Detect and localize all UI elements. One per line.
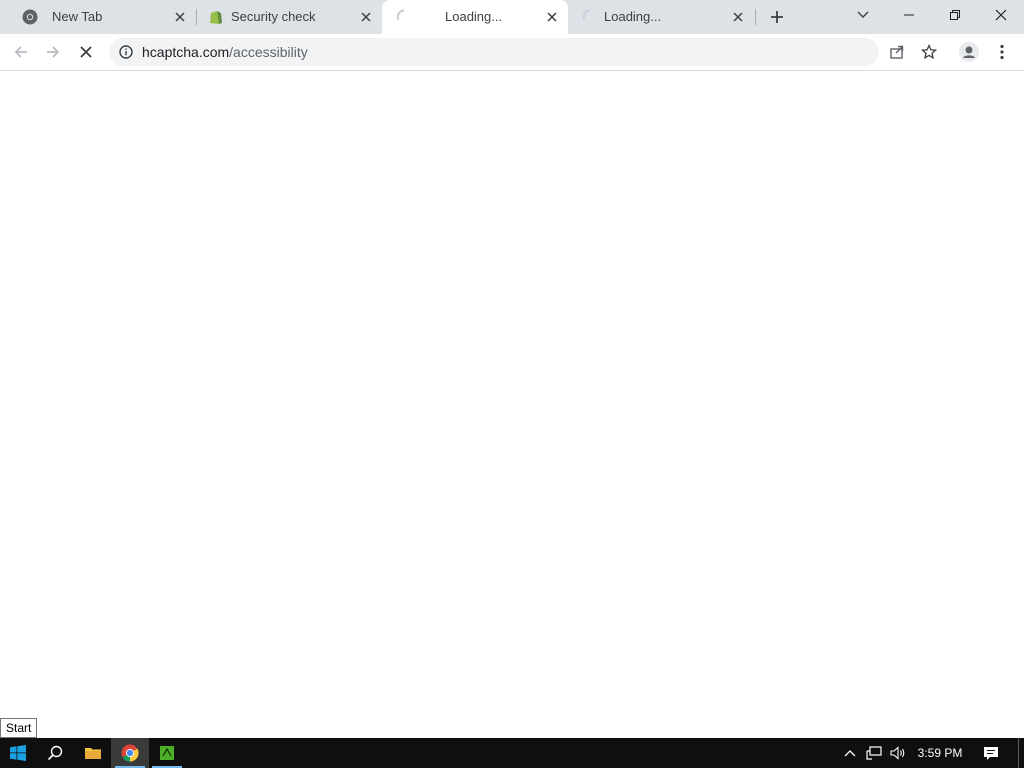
tab-security-check[interactable]: Security check bbox=[194, 0, 380, 34]
app-icon bbox=[160, 746, 174, 760]
info-icon[interactable] bbox=[119, 45, 133, 64]
speaker-icon bbox=[890, 746, 905, 760]
url-text: hcaptcha.com/accessibility bbox=[142, 44, 308, 60]
menu-button[interactable] bbox=[990, 40, 1014, 64]
close-icon[interactable] bbox=[171, 8, 189, 26]
search-icon bbox=[47, 745, 63, 761]
close-icon[interactable] bbox=[357, 8, 375, 26]
stop-icon bbox=[80, 46, 92, 58]
tab-strip: New Tab Security check Loading... Loadin… bbox=[0, 0, 1024, 34]
profile-avatar-button[interactable] bbox=[957, 40, 981, 64]
address-bar[interactable]: hcaptcha.com/accessibility bbox=[109, 38, 938, 66]
tab-new-tab[interactable]: New Tab bbox=[8, 0, 194, 34]
show-hidden-icons-button[interactable] bbox=[838, 738, 862, 768]
network-button[interactable] bbox=[862, 738, 886, 768]
tab-title: Loading... bbox=[445, 9, 503, 24]
tab-title: Security check bbox=[231, 9, 316, 24]
windows-logo-icon bbox=[10, 745, 26, 761]
folder-icon bbox=[85, 748, 101, 759]
restore-icon bbox=[950, 10, 960, 20]
tab-loading-active[interactable]: Loading... bbox=[382, 0, 568, 34]
chrome-icon bbox=[121, 744, 139, 762]
green-app-taskbar-button[interactable] bbox=[148, 738, 186, 768]
chevron-down-icon bbox=[857, 11, 869, 18]
tab-title: New Tab bbox=[52, 9, 103, 24]
stop-loading-button[interactable] bbox=[74, 40, 98, 64]
new-tab-button[interactable] bbox=[767, 7, 787, 27]
close-icon bbox=[995, 9, 1007, 21]
start-button[interactable] bbox=[0, 738, 36, 768]
file-explorer-button[interactable] bbox=[74, 738, 112, 768]
kebab-menu-icon bbox=[1000, 44, 1004, 60]
back-button[interactable] bbox=[9, 40, 33, 64]
show-desktop-button[interactable] bbox=[1018, 738, 1024, 768]
page-content bbox=[0, 71, 1024, 738]
taskbar: 3:59 PM bbox=[0, 738, 1024, 768]
forward-button[interactable] bbox=[41, 40, 65, 64]
browser-toolbar: hcaptcha.com/accessibility bbox=[0, 34, 1024, 71]
browser-window: New Tab Security check Loading... Loadin… bbox=[0, 0, 1024, 738]
network-icon bbox=[866, 746, 882, 760]
chevron-up-icon bbox=[844, 750, 856, 757]
avatar-icon bbox=[959, 42, 979, 62]
minimize-icon bbox=[904, 14, 914, 16]
arrow-left-icon bbox=[14, 46, 27, 58]
tab-loading[interactable]: Loading... bbox=[568, 0, 754, 34]
close-icon[interactable] bbox=[729, 8, 747, 26]
plus-icon bbox=[771, 11, 783, 23]
taskbar-clock[interactable]: 3:59 PM bbox=[912, 738, 968, 768]
loading-spinner-icon bbox=[396, 9, 412, 25]
close-icon[interactable] bbox=[543, 8, 561, 26]
url-host: hcaptcha.com bbox=[142, 44, 230, 60]
volume-button[interactable] bbox=[886, 738, 910, 768]
share-icon[interactable] bbox=[889, 44, 905, 65]
tab-search-button[interactable] bbox=[840, 0, 886, 30]
close-window-button[interactable] bbox=[978, 0, 1024, 30]
chrome-icon bbox=[22, 9, 38, 25]
chrome-taskbar-button[interactable] bbox=[111, 738, 149, 768]
tab-title: Loading... bbox=[604, 9, 662, 24]
arrow-right-icon bbox=[47, 46, 60, 58]
tab-divider bbox=[755, 9, 756, 25]
action-center-button[interactable] bbox=[976, 738, 1006, 768]
search-button[interactable] bbox=[36, 738, 74, 768]
start-tooltip: Start bbox=[0, 718, 38, 738]
bookmark-star-icon[interactable] bbox=[920, 43, 938, 65]
shopify-bag-icon bbox=[208, 9, 224, 25]
url-path: /accessibility bbox=[229, 44, 308, 60]
notification-icon bbox=[984, 746, 998, 760]
minimize-button[interactable] bbox=[886, 0, 932, 30]
restore-button[interactable] bbox=[932, 0, 978, 30]
loading-spinner-icon bbox=[582, 9, 598, 25]
